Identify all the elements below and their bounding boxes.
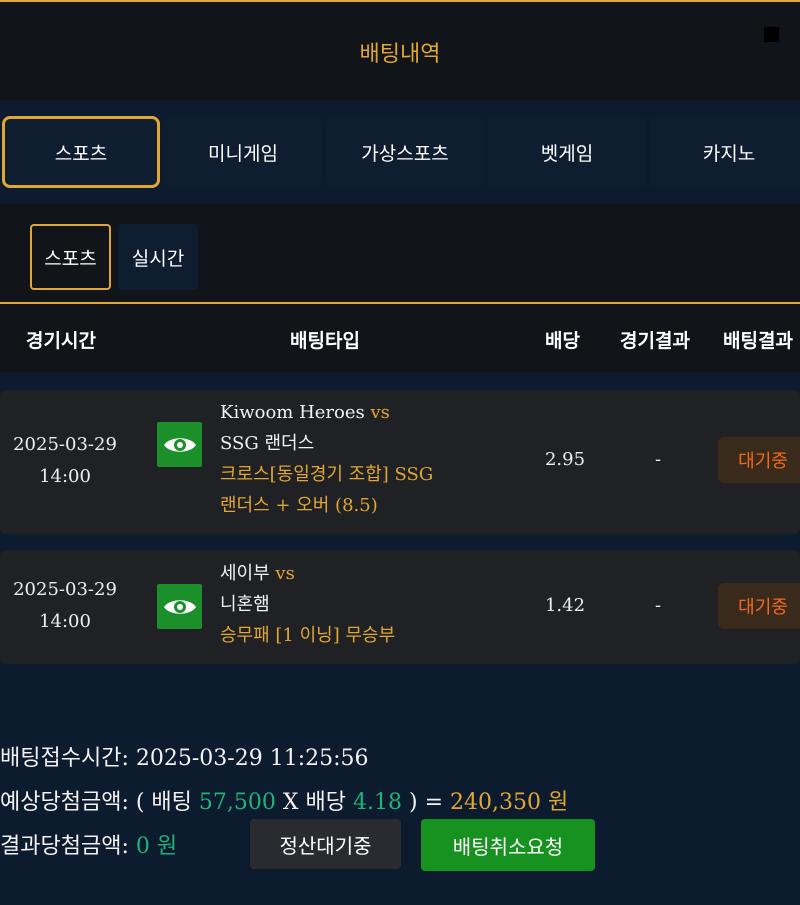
view-details-button[interactable] bbox=[157, 422, 202, 467]
vs-label: vs bbox=[370, 402, 390, 423]
accept-time-value: 2025-03-29 11:25:56 bbox=[135, 746, 369, 771]
page-header: 배팅내역 bbox=[0, 0, 800, 100]
subtab-sports[interactable]: 스포츠 bbox=[30, 224, 111, 290]
table-header: 경기시간 배팅타입 배당 경기결과 배팅결과 bbox=[0, 302, 800, 372]
column-header-bet-result: 배팅결과 bbox=[723, 330, 793, 352]
accept-time-line: 배팅접수시간: 2025-03-29 11:25:56 bbox=[0, 740, 369, 772]
bet-details: Kiwoom Heroes vs SSG 랜더스 크로스[동일경기 조합] SS… bbox=[220, 397, 500, 521]
match-datetime: 2025-03-29 14:00 bbox=[0, 429, 130, 493]
status-badge: 대기중 bbox=[718, 437, 800, 483]
expected-win-amount: 240,350 원 bbox=[450, 790, 569, 815]
close-icon[interactable] bbox=[764, 27, 779, 42]
game-result: - bbox=[654, 595, 662, 616]
game-result: - bbox=[654, 449, 662, 470]
tab-minigame[interactable]: 미니게임 bbox=[164, 116, 322, 188]
match-time: 14:00 bbox=[39, 611, 91, 632]
result-win-line: 결과당첨금액: 0 원 bbox=[0, 828, 177, 860]
odds-label: X 배당 bbox=[282, 790, 347, 815]
page-title: 배팅내역 bbox=[359, 42, 441, 67]
expected-win-label: 예상당첨금액: bbox=[0, 790, 129, 815]
bet-open-label: ( 배팅 bbox=[135, 790, 192, 815]
vs-label: vs bbox=[275, 563, 295, 584]
bet-type-continued: 랜더스 + 오버 (8.5) bbox=[220, 495, 378, 516]
column-header-odds: 배당 bbox=[545, 330, 580, 352]
match-time: 14:00 bbox=[39, 466, 91, 487]
result-win-amount: 0 원 bbox=[135, 834, 178, 859]
tab-casino[interactable]: 카지노 bbox=[650, 116, 800, 188]
expected-win-line: 예상당첨금액: ( 배팅 57,500 X 배당 4.18 ) = 240,35… bbox=[0, 784, 568, 816]
match-date: 2025-03-29 bbox=[13, 434, 117, 455]
home-team: Kiwoom Heroes bbox=[220, 402, 365, 423]
status-badge: 대기중 bbox=[718, 583, 800, 629]
view-details-button[interactable] bbox=[157, 584, 202, 629]
bet-type: 승무패 [1 이닝] 무승부 bbox=[220, 625, 396, 646]
column-header-bet-type: 배팅타입 bbox=[290, 330, 360, 352]
result-win-label: 결과당첨금액: bbox=[0, 834, 129, 859]
total-odds: 4.18 bbox=[353, 790, 403, 815]
equals-label: ) = bbox=[409, 790, 444, 815]
eye-icon bbox=[163, 437, 196, 452]
table-row: 2025-03-29 14:00 Kiwoom Heroes vs SSG 랜더… bbox=[0, 390, 800, 534]
match-datetime: 2025-03-29 14:00 bbox=[0, 574, 130, 638]
column-header-game-result: 경기결과 bbox=[620, 330, 690, 352]
match-date: 2025-03-29 bbox=[13, 579, 117, 600]
bet-details: 세이부 vs 니혼햄 승무패 [1 이닝] 무승부 bbox=[220, 558, 500, 651]
tab-virtual-sports[interactable]: 가상스포츠 bbox=[326, 116, 484, 188]
odds-value: 1.42 bbox=[544, 595, 586, 616]
tab-sports[interactable]: 스포츠 bbox=[2, 116, 160, 188]
home-team: 세이부 bbox=[220, 563, 270, 584]
bet-type: 크로스[동일경기 조합] SSG bbox=[220, 464, 434, 485]
eye-icon bbox=[163, 599, 196, 614]
tab-betgame[interactable]: 벳게임 bbox=[488, 116, 646, 188]
column-header-time: 경기시간 bbox=[26, 330, 96, 352]
subtab-live[interactable]: 실시간 bbox=[118, 224, 198, 290]
away-team: SSG 랜더스 bbox=[220, 433, 315, 454]
sub-tab-panel: 스포츠 실시간 bbox=[0, 204, 800, 302]
away-team: 니혼햄 bbox=[220, 594, 270, 615]
bet-amount: 57,500 bbox=[198, 790, 276, 815]
odds-value: 2.95 bbox=[544, 449, 586, 470]
cancel-bet-button[interactable]: 배팅취소요청 bbox=[421, 819, 595, 871]
settlement-pending-button[interactable]: 정산대기중 bbox=[250, 819, 401, 869]
accept-time-label: 배팅접수시간: bbox=[0, 746, 129, 771]
table-row: 2025-03-29 14:00 세이부 vs 니혼햄 승무패 [1 이닝] 무… bbox=[0, 550, 800, 664]
